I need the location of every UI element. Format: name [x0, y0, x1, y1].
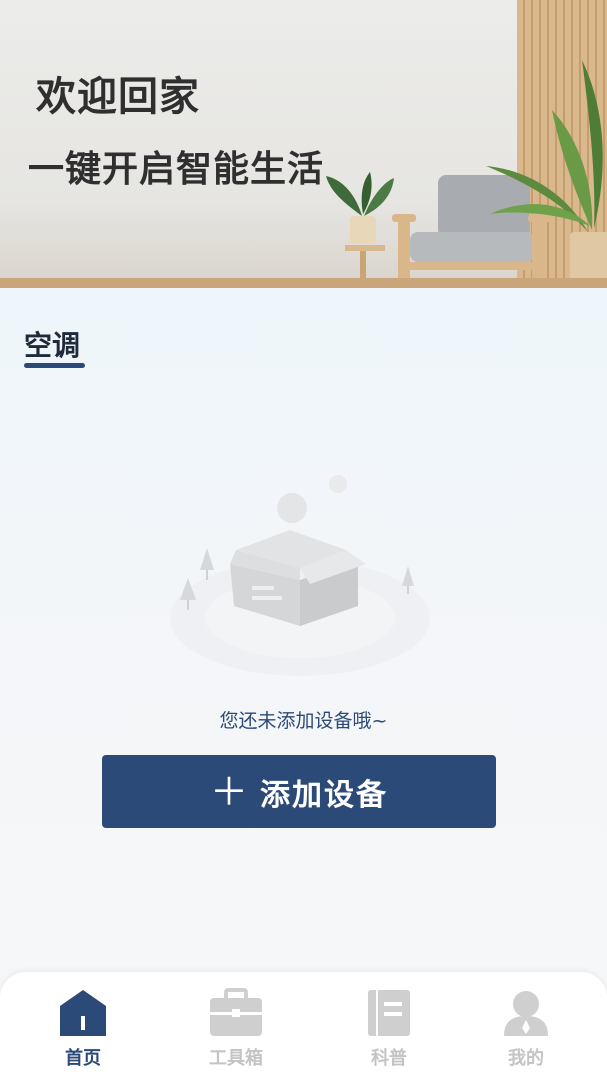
nav-item-mine[interactable]: 我的 [476, 988, 576, 1070]
nav-item-science[interactable]: 科普 [339, 988, 439, 1070]
nav-label-home: 首页 [65, 1048, 101, 1069]
empty-box-icon [170, 475, 430, 676]
nav-item-home[interactable]: 首页 [33, 988, 133, 1070]
plus-icon: ＋ [209, 769, 250, 814]
nav-label-toolbox: 工具箱 [209, 1048, 263, 1069]
tab-air-conditioner[interactable]: 空调 [24, 324, 80, 364]
home-icon [60, 990, 106, 1036]
welcome-banner: 欢迎回家 一键开启智能生活 [0, 0, 607, 288]
add-device-label: 添加设备 [260, 777, 388, 813]
book-icon [368, 990, 410, 1036]
welcome-title: 欢迎回家 [36, 74, 200, 120]
welcome-slogan: 一键开启智能生活 [28, 149, 325, 190]
nav-label-science: 科普 [371, 1048, 407, 1069]
armchair [392, 175, 552, 278]
bottom-navigation: 首页 工具箱 科普 我的 [0, 972, 607, 1080]
toolbox-icon [210, 988, 262, 1036]
user-icon [504, 991, 548, 1036]
potted-plant-small [326, 172, 394, 281]
empty-state-message: 您还未添加设备哦~ [219, 710, 388, 732]
nav-item-toolbox[interactable]: 工具箱 [186, 988, 286, 1070]
tab-active-indicator [24, 363, 85, 368]
nav-label-mine: 我的 [508, 1048, 544, 1069]
device-content-area: 空调 您还未添加设备哦~ ＋ 添加设备 [0, 288, 607, 972]
floor-strip [0, 278, 607, 288]
add-device-button[interactable]: ＋ 添加设备 [102, 755, 496, 828]
